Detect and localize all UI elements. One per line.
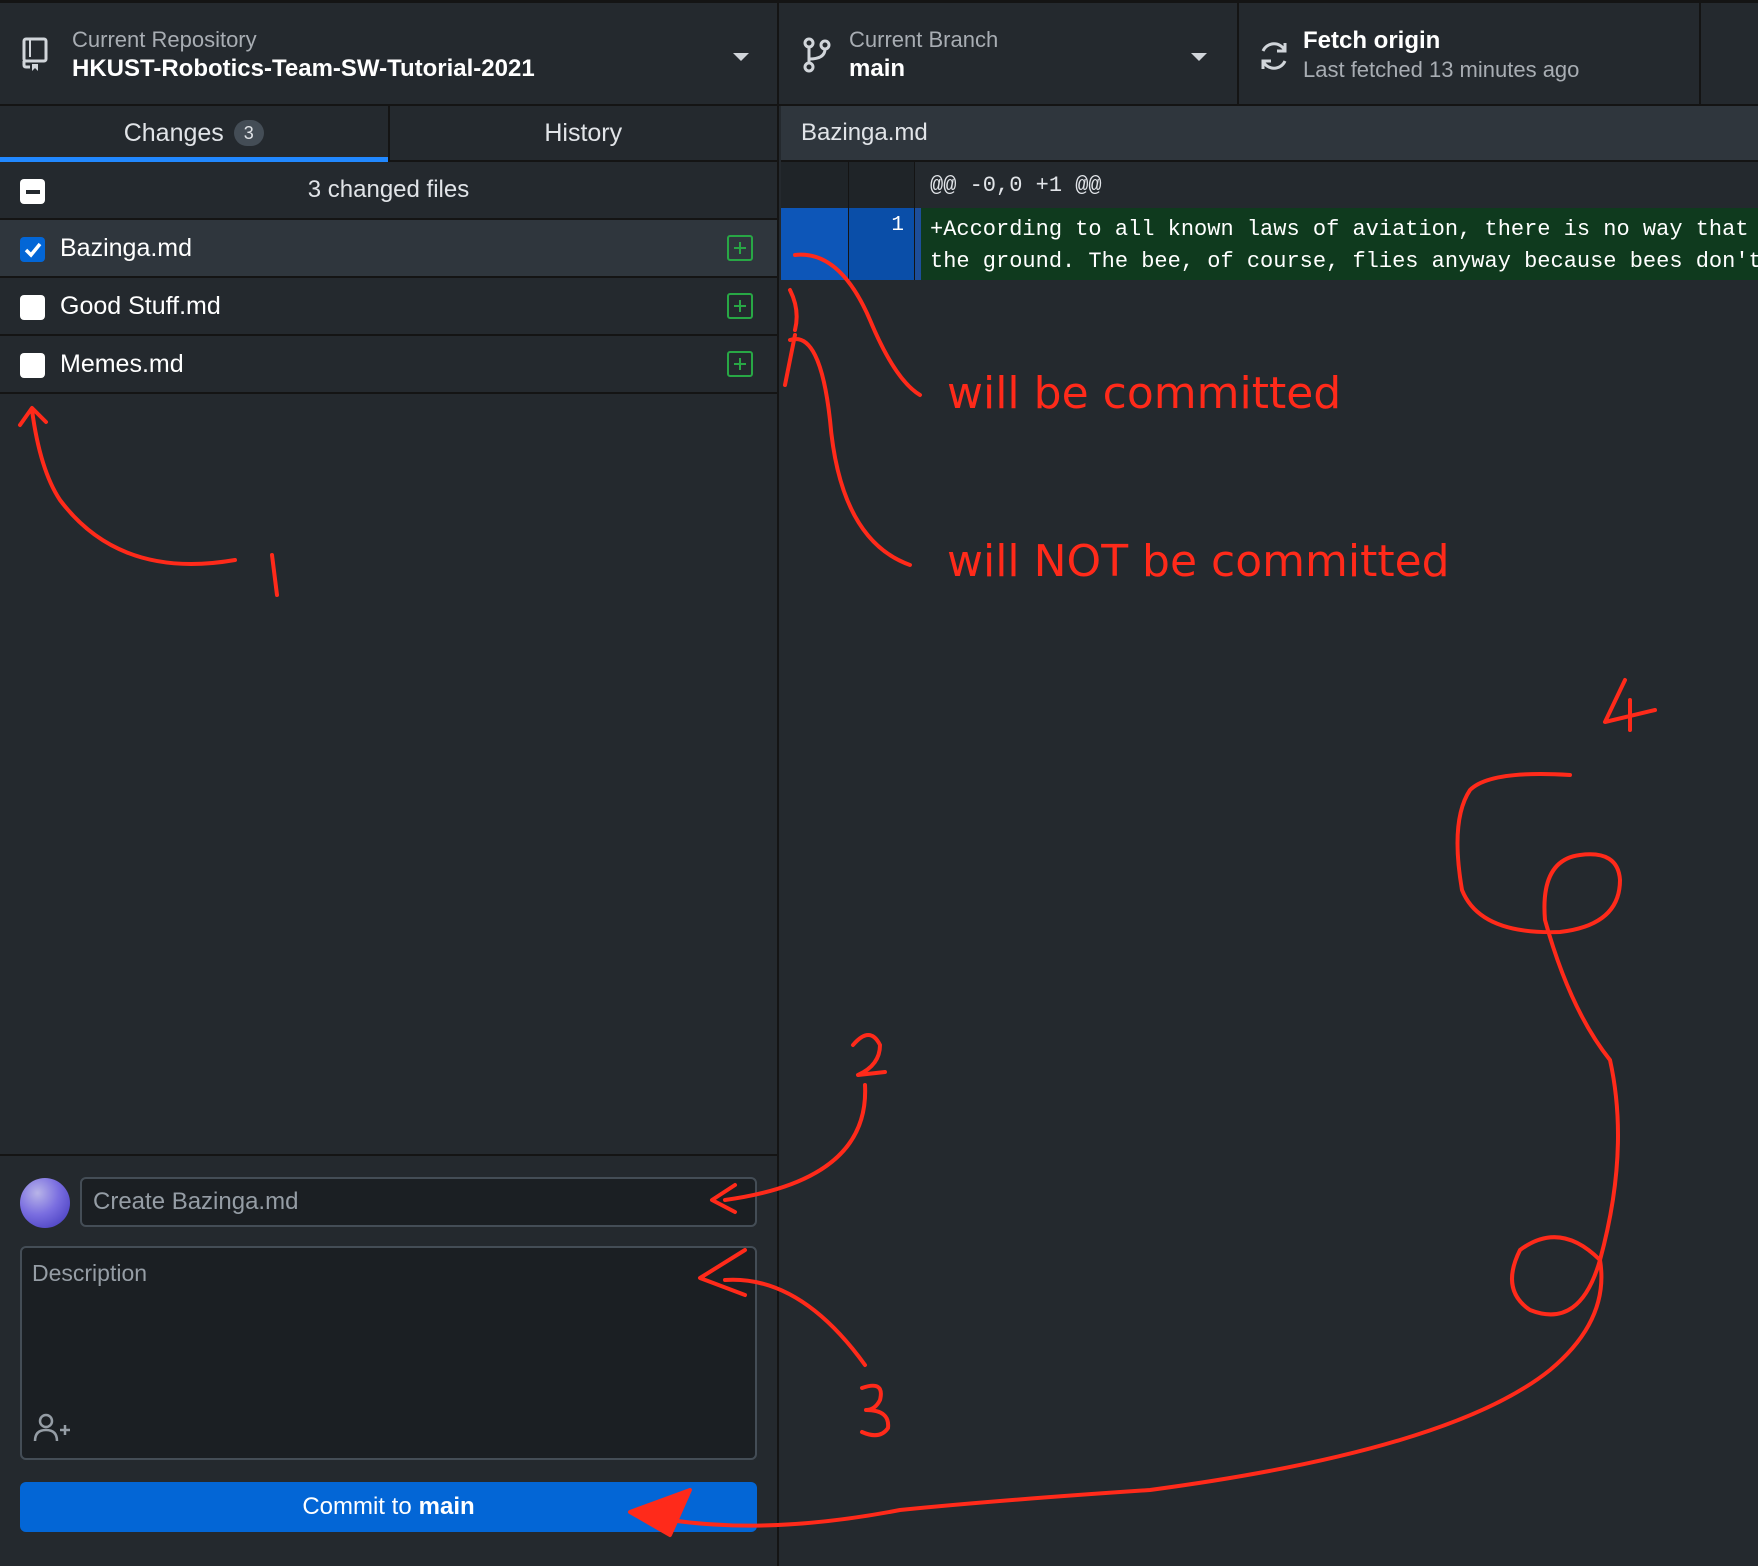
branch-name: main [849, 55, 906, 82]
file-added-icon [727, 293, 753, 319]
old-line-gutter [781, 162, 849, 208]
repo-label: Current Repository [72, 27, 257, 52]
tab-changes[interactable]: Changes 3 [0, 106, 388, 162]
repo-icon [22, 37, 48, 71]
diff-line-content: +According to all known laws of aviation… [930, 214, 1758, 278]
diff-file-header: Bazinga.md [781, 106, 1758, 162]
changes-sidebar: Changes 3 History 3 changed files Bazing… [0, 106, 779, 1566]
old-line-gutter [781, 208, 849, 280]
changed-files-header: 3 changed files [0, 162, 777, 220]
changes-count-badge: 3 [233, 120, 264, 146]
commit-button-prefix: Commit to [302, 1493, 412, 1520]
branch-icon [803, 37, 831, 73]
avatar [20, 1178, 70, 1228]
diff-line-1: +According to all known laws of aviation… [930, 217, 1749, 242]
diff-file-name: Bazinga.md [801, 119, 928, 146]
new-line-gutter: 1 [849, 208, 915, 280]
file-checkbox[interactable] [20, 353, 45, 378]
branch-label: Current Branch [849, 27, 999, 52]
current-repository-dropdown[interactable]: Current Repository HKUST-Robotics-Team-S… [0, 3, 779, 104]
sidebar-tabs: Changes 3 History [0, 106, 777, 162]
file-row-good-stuff[interactable]: Good Stuff.md [0, 278, 777, 336]
sync-icon [1261, 42, 1287, 70]
new-line-gutter [849, 162, 915, 208]
select-all-checkbox[interactable] [20, 179, 45, 204]
file-added-icon [727, 351, 753, 377]
diff-line-2: the ground. The bee, of course, flies an… [930, 249, 1758, 274]
fetch-subtitle: Last fetched 13 minutes ago [1303, 57, 1580, 82]
tab-history-label: History [544, 118, 623, 147]
add-coauthor-icon[interactable] [32, 1412, 72, 1444]
diff-panel: Bazinga.md @@ -0,0 +1 @@ 1 +According to… [781, 106, 1758, 1566]
line-number: 1 [891, 214, 904, 237]
fetch-origin-button[interactable]: Fetch origin Last fetched 13 minutes ago [1239, 3, 1701, 104]
file-row-memes[interactable]: Memes.md [0, 336, 777, 394]
file-name: Bazinga.md [60, 233, 193, 262]
current-branch-dropdown[interactable]: Current Branch main [779, 3, 1239, 104]
file-checkbox[interactable] [20, 295, 45, 320]
github-desktop-window: Current Repository HKUST-Robotics-Team-S… [0, 0, 1758, 1566]
commit-summary-input[interactable] [80, 1177, 757, 1227]
chevron-down-icon [1191, 53, 1207, 61]
annotation-will-be-committed: will be committed [947, 368, 1342, 419]
commit-button[interactable]: Commit to main [20, 1482, 757, 1532]
hunk-header-text: @@ -0,0 +1 @@ [930, 173, 1102, 198]
changed-files-count: 3 changed files [307, 176, 470, 203]
fetch-title: Fetch origin [1303, 27, 1441, 54]
diff-added-line[interactable]: 1 +According to all known laws of aviati… [781, 208, 1758, 280]
diff-hunk-header: @@ -0,0 +1 @@ [781, 162, 1758, 208]
commit-button-branch: main [418, 1493, 475, 1520]
file-checkbox[interactable] [20, 237, 45, 262]
tab-changes-label: Changes [123, 118, 224, 147]
checkmark-icon [24, 242, 41, 258]
commit-description-input[interactable] [22, 1248, 755, 1408]
file-row-bazinga[interactable]: Bazinga.md [0, 220, 777, 278]
tab-history[interactable]: History [387, 106, 778, 160]
file-added-icon [727, 235, 753, 261]
toolbar: Current Repository HKUST-Robotics-Team-S… [0, 0, 1758, 106]
file-name: Good Stuff.md [60, 291, 221, 320]
chevron-down-icon [733, 53, 749, 61]
repo-name: HKUST-Robotics-Team-SW-Tutorial-2021 [72, 55, 535, 82]
commit-panel: Commit to main [0, 1154, 777, 1566]
commit-description-box [20, 1246, 757, 1460]
line-selection-stripe [915, 208, 921, 280]
file-name: Memes.md [60, 349, 184, 378]
annotation-will-not-be-committed: will NOT be committed [947, 536, 1450, 587]
